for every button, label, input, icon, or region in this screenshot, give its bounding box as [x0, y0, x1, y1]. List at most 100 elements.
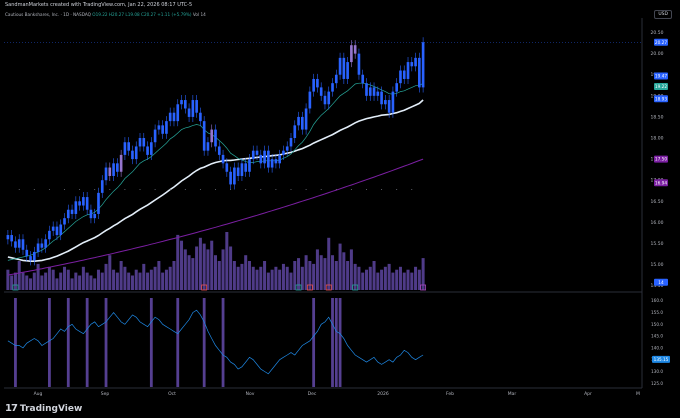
- volume-bar: [210, 240, 214, 290]
- price-tick-label: 18.00: [651, 136, 664, 142]
- candle-body: [63, 218, 66, 225]
- volume-bar: [51, 269, 55, 290]
- candle-body: [180, 100, 183, 105]
- signal-dot: [260, 188, 262, 190]
- volume-bar: [78, 275, 82, 290]
- osc-signal-bar: [338, 298, 342, 387]
- candle-body: [278, 154, 281, 164]
- signal-dot: [109, 188, 111, 190]
- candle-body: [387, 100, 391, 113]
- candle-body: [285, 146, 289, 151]
- volume-bar: [372, 261, 376, 290]
- osc-signal-bar: [312, 298, 316, 387]
- candle-body: [206, 142, 210, 151]
- volume-bar: [108, 255, 112, 290]
- volume-bar: [217, 261, 221, 290]
- volume-bar: [119, 261, 123, 290]
- candle-body: [104, 167, 108, 181]
- candle-body: [21, 239, 25, 250]
- volume-bar: [157, 261, 161, 290]
- candle-body: [70, 209, 74, 214]
- candle-body: [17, 239, 21, 248]
- candle-body: [134, 146, 138, 160]
- signal-dot: [245, 188, 247, 190]
- candle-body: [376, 91, 380, 96]
- candle-body: [248, 159, 251, 172]
- candle-body: [89, 209, 93, 219]
- volume-bar: [342, 252, 346, 290]
- signal-dot: [305, 188, 307, 190]
- volume-bar: [376, 272, 380, 290]
- candle-body: [312, 78, 315, 92]
- candle-body: [85, 197, 89, 210]
- signal-dot: [64, 188, 66, 190]
- candle-body: [334, 74, 338, 84]
- volume-bar: [263, 261, 267, 290]
- volume-bar: [319, 255, 323, 290]
- volume-bar: [410, 272, 414, 290]
- brand-name: TradingView: [19, 403, 83, 414]
- candle-body: [391, 91, 395, 113]
- chart-caption: SandmanMarkets created with TradingView.…: [5, 2, 193, 8]
- volume-bar: [236, 266, 240, 290]
- volume-bar: [278, 269, 282, 290]
- candle-body: [74, 201, 78, 214]
- volume-bar: [176, 234, 180, 290]
- volume-bar: [195, 246, 199, 290]
- candle-body: [240, 163, 244, 176]
- volume-bar: [402, 272, 406, 290]
- volume-bar: [36, 263, 40, 290]
- volume-bar: [383, 266, 387, 290]
- candle-body: [300, 116, 304, 130]
- osc-signal-bar: [104, 298, 108, 387]
- volume-bar: [274, 266, 278, 290]
- signal-dot: [290, 188, 292, 190]
- candle-body: [29, 256, 32, 261]
- currency-label[interactable]: USD: [654, 10, 672, 19]
- volume-bar: [251, 266, 255, 290]
- volume-bar: [232, 261, 236, 290]
- signal-dot: [275, 188, 277, 190]
- time-tick-label: Apr: [584, 391, 592, 397]
- candle-body: [282, 150, 285, 155]
- candle-body: [6, 235, 10, 240]
- price-badge-label: 16.94: [655, 180, 668, 186]
- time-tick-label: M: [636, 391, 640, 397]
- candle-body: [259, 154, 263, 164]
- signal-dot: [184, 188, 186, 190]
- tradingview-brand: 17 TradingView: [5, 403, 82, 414]
- price-chart[interactable]: 20.5020.0019.5019.0018.5018.0017.5017.00…: [0, 0, 680, 418]
- price-tick-label: 20.00: [651, 51, 664, 57]
- volume-bar: [55, 278, 59, 290]
- signal-dot: [124, 188, 126, 190]
- candle-body: [123, 142, 127, 155]
- candle-body: [36, 243, 40, 252]
- volume-bar: [32, 272, 36, 290]
- symbol-name[interactable]: Cautious Bankshares, Inc. · 1D · NASDAQ: [5, 12, 91, 17]
- candle-body: [274, 159, 278, 164]
- volume-bar: [229, 246, 233, 290]
- ohlc-values: O19.22 H20.27 L19.08 C20.27 +1.11 (+5.79…: [92, 12, 192, 17]
- volume-bar: [96, 269, 100, 290]
- volume-bar: [240, 263, 244, 290]
- volume-bar: [13, 272, 17, 290]
- osc-signal-bar: [48, 298, 51, 387]
- candle-body: [150, 142, 153, 155]
- candle-body: [293, 125, 297, 139]
- price-tick-label: 15.50: [651, 241, 664, 247]
- osc-badge-label: 135.15: [654, 357, 669, 362]
- price-tick-label: 16.00: [651, 220, 664, 226]
- volume-bar: [398, 266, 402, 290]
- osc-tick-label: 130.0: [651, 369, 663, 374]
- osc-signal-bar: [176, 298, 180, 387]
- candle-body: [210, 129, 214, 143]
- osc-signal-bar: [202, 298, 206, 387]
- candle-body: [357, 53, 361, 75]
- symbol-line: Cautious Bankshares, Inc. · 1D · NASDAQ …: [5, 12, 206, 17]
- volume-bar: [270, 269, 274, 290]
- candle-body: [153, 129, 157, 143]
- volume-bar: [289, 272, 293, 290]
- volume-bar: [66, 269, 70, 290]
- candle-body: [202, 121, 206, 151]
- volume-bar: [70, 278, 74, 290]
